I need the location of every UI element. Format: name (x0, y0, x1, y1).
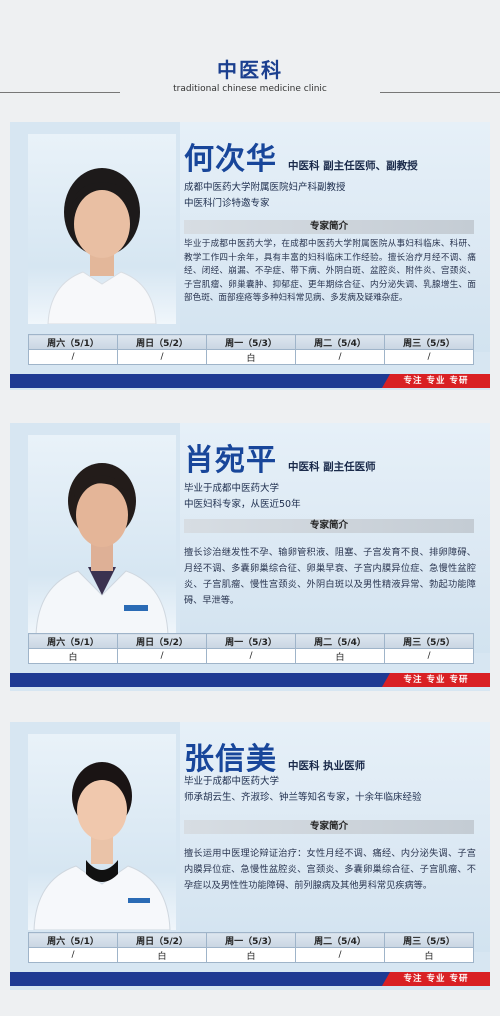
schedule-day: 周日（5/2） (117, 633, 207, 649)
doctor-credentials: 毕业于成都中医药大学 师承胡云生、齐淑珍、钟兰等知名专家，十余年临床经验 (184, 774, 422, 806)
schedule-table: 周六（5/1） 周日（5/2） 周一（5/3） 周二（5/4） 周三（5/5） … (28, 633, 474, 664)
schedule-value-row: / / 白 / / (28, 349, 474, 365)
credential-line: 毕业于成都中医药大学 (184, 483, 280, 494)
schedule-value: / (384, 648, 474, 664)
schedule-day: 周一（5/3） (206, 932, 296, 948)
schedule-header-row: 周六（5/1） 周日（5/2） 周一（5/3） 周二（5/4） 周三（5/5） (28, 633, 474, 649)
doctor-credentials: 成都中医药大学附属医院妇产科副教授 中医科门诊特邀专家 (184, 180, 346, 212)
doctor-portrait-icon (35, 463, 169, 635)
doctor-photo (28, 435, 176, 635)
schedule-day: 周二（5/4） (295, 334, 385, 350)
schedule-day: 周一（5/3） (206, 633, 296, 649)
schedule-value-row: / 白 白 / 白 (28, 947, 474, 963)
doctor-portrait-icon (33, 762, 171, 930)
schedule-header-row: 周六（5/1） 周日（5/2） 周一（5/3） 周二（5/4） 周三（5/5） (28, 334, 474, 350)
doctor-photo (28, 734, 176, 930)
schedule-value: 白 (117, 947, 207, 963)
credential-line: 成都中医药大学附属医院妇产科副教授 (184, 182, 346, 193)
doctor-intro: 擅长诊治继发性不孕、输卵管积液、阻塞、子宫发育不良、排卵障碍、月经不调、多囊卵巢… (184, 547, 476, 606)
schedule-value: 白 (384, 947, 474, 963)
schedule-value: 白 (28, 648, 118, 664)
page-title: 中医科 (217, 58, 283, 82)
card-footer-band: 专注 专业 专研 (10, 972, 490, 986)
schedule-value: / (28, 947, 118, 963)
schedule-value-row: 白 / / 白 / (28, 648, 474, 664)
intro-heading: 专家简介 (184, 519, 474, 533)
intro-heading: 专家简介 (184, 820, 474, 834)
doctor-card-1: 何次华 中医科 副主任医师、副教授 成都中医药大学附属医院妇产科副教授 中医科门… (10, 122, 490, 390)
card-footer-band: 专注 专业 专研 (10, 673, 490, 687)
schedule-day: 周三（5/5） (384, 932, 474, 948)
credential-line: 毕业于成都中医药大学 (184, 776, 280, 787)
schedule-value: / (28, 349, 118, 365)
schedule-value: / (117, 349, 207, 365)
slogan-badge: 专注 专业 专研 (382, 673, 490, 687)
schedule-day: 周三（5/5） (384, 633, 474, 649)
doctor-photo (28, 134, 176, 324)
page-subtitle: traditional chinese medicine clinic (173, 84, 327, 94)
schedule-day: 周六（5/1） (28, 932, 118, 948)
schedule-value: / (117, 648, 207, 664)
schedule-day: 周日（5/2） (117, 334, 207, 350)
schedule-day: 周六（5/1） (28, 633, 118, 649)
doctor-card-3: 张信美 中医科 执业医师 毕业于成都中医药大学 师承胡云生、齐淑珍、钟兰等知名专… (10, 722, 490, 990)
schedule-table: 周六（5/1） 周日（5/2） 周一（5/3） 周二（5/4） 周三（5/5） … (28, 932, 474, 963)
schedule-day: 周二（5/4） (295, 633, 385, 649)
doctor-portrait-icon (47, 168, 157, 324)
doctor-title: 中医科 副主任医师、副教授 (288, 160, 418, 172)
doctor-intro: 擅长运用中医理论辩证治疗：女性月经不调、痛经、内分泌失调、子宫内膜异位症、急慢性… (184, 848, 476, 891)
schedule-value: / (384, 349, 474, 365)
doctor-name: 肖宛平 (184, 443, 277, 478)
doctor-intro: 毕业于成都中医药大学，在成都中医药大学附属医院从事妇科临床、科研、教学工作四十余… (184, 239, 476, 303)
schedule-value: 白 (206, 349, 296, 365)
intro-heading: 专家简介 (184, 220, 474, 234)
doctor-name: 何次华 (184, 142, 277, 177)
schedule-header-row: 周六（5/1） 周日（5/2） 周一（5/3） 周二（5/4） 周三（5/5） (28, 932, 474, 948)
card-footer-band: 专注 专业 专研 (10, 374, 490, 388)
page-header: 中医科 traditional chinese medicine clinic (0, 0, 500, 110)
doctor-card-2: 肖宛平 中医科 副主任医师 毕业于成都中医药大学 中医妇科专家，从医近50年 专… (10, 423, 490, 691)
credential-line: 师承胡云生、齐淑珍、钟兰等知名专家，十余年临床经验 (184, 792, 422, 803)
slogan-badge: 专注 专业 专研 (382, 972, 490, 986)
schedule-value: 白 (295, 648, 385, 664)
schedule-day: 周二（5/4） (295, 932, 385, 948)
doctor-title: 中医科 执业医师 (288, 760, 366, 772)
doctor-credentials: 毕业于成都中医药大学 中医妇科专家，从医近50年 (184, 481, 301, 513)
schedule-day: 周六（5/1） (28, 334, 118, 350)
schedule-table: 周六（5/1） 周日（5/2） 周一（5/3） 周二（5/4） 周三（5/5） … (28, 334, 474, 365)
schedule-value: 白 (206, 947, 296, 963)
schedule-value: / (206, 648, 296, 664)
schedule-value: / (295, 349, 385, 365)
slogan-badge: 专注 专业 专研 (382, 374, 490, 388)
schedule-value: / (295, 947, 385, 963)
credential-line: 中医妇科专家，从医近50年 (184, 499, 301, 510)
schedule-day: 周一（5/3） (206, 334, 296, 350)
doctor-title: 中医科 副主任医师 (288, 461, 376, 473)
doctor-name: 张信美 (184, 742, 277, 777)
credential-line: 中医科门诊特邀专家 (184, 198, 270, 209)
schedule-day: 周三（5/5） (384, 334, 474, 350)
schedule-day: 周日（5/2） (117, 932, 207, 948)
